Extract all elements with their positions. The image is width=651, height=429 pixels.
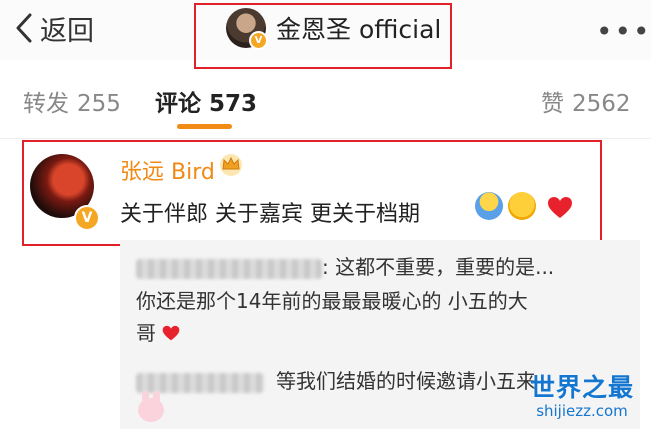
reply-text: 你还是那个14年前的最最最暖心的 小五的大 (136, 289, 528, 313)
watermark-main: 世界之最 (529, 373, 634, 402)
tab-comments-label: 评论 (155, 91, 201, 117)
chevron-left-icon (16, 13, 32, 43)
tab-likes-label: 赞 (541, 91, 564, 117)
tab-forward[interactable]: 转发 255 (23, 84, 121, 118)
blurred-username (136, 258, 322, 279)
reply-item: 哥 (136, 318, 180, 348)
heart-icon (163, 325, 180, 341)
back-label: 返回 (40, 15, 94, 47)
blurred-username (136, 372, 264, 393)
tab-likes[interactable]: 赞 2562 (541, 84, 631, 118)
watermark: 世界之最 shijiezz.com (518, 368, 646, 420)
watermark-url: shijiezz.com (536, 402, 628, 420)
tab-likes-count: 2562 (572, 91, 631, 117)
active-tab-indicator (177, 124, 232, 129)
back-button[interactable]: 返回 (14, 10, 94, 47)
highlight-box-title (194, 3, 452, 69)
tab-forward-count: 255 (77, 91, 121, 117)
tab-forward-label: 转发 (23, 91, 69, 117)
highlight-box-comment (22, 140, 602, 246)
reply-item: 你还是那个14年前的最最最暖心的 小五的大 (136, 286, 528, 316)
reply-item: : 这都不重要，重要的是... (136, 252, 554, 282)
reply-text: 等我们结婚的时候邀请小五来 (276, 369, 536, 393)
reply-text: : 这都不重要，重要的是... (322, 255, 555, 279)
reply-item: 等我们结婚的时候邀请小五来 (136, 366, 536, 396)
tab-bar: 转发 255 评论 573 赞 2562 (0, 70, 651, 139)
more-options-icon[interactable]: ••• (596, 15, 651, 48)
reply-text: 哥 (136, 321, 156, 345)
rabbit-emoji-icon (138, 391, 164, 422)
tab-comments-count: 573 (209, 91, 258, 117)
tab-comments[interactable]: 评论 573 (155, 84, 257, 118)
